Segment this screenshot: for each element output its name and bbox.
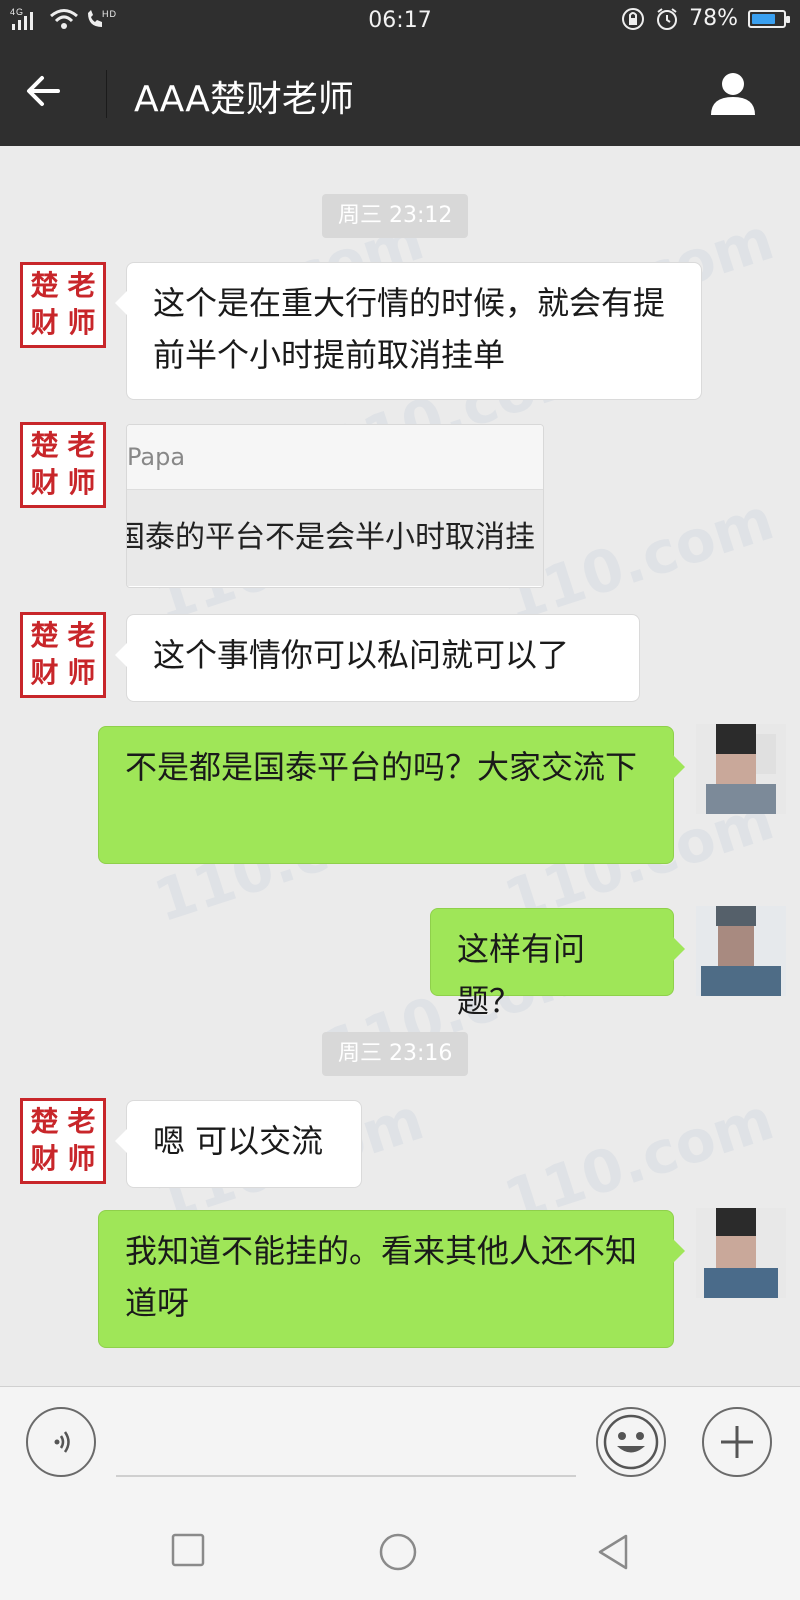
battery-fill (752, 13, 776, 24)
plus-button[interactable] (702, 1407, 772, 1477)
alarm-icon (657, 7, 678, 30)
teacher-avatar[interactable]: 楚老 财师 (20, 262, 106, 348)
timestamp: 周三 23:12 (322, 194, 469, 238)
seal-logo: 楚老 财师 (30, 619, 96, 689)
message-bubble[interactable]: 我知道不能挂的。看来其他人还不知道呀 (98, 1210, 685, 1348)
teacher-avatar[interactable]: 楚老 财师 (20, 1098, 106, 1184)
message-bubble[interactable]: 这样有问题？ (430, 908, 685, 1020)
user-avatar[interactable] (696, 1208, 786, 1298)
teacher-avatar[interactable]: 楚老 财师 (20, 422, 106, 508)
voice-button[interactable] (26, 1407, 96, 1477)
home-button[interactable] (378, 1532, 418, 1572)
emoji-button[interactable] (596, 1407, 666, 1477)
message-bubble[interactable]: 嗯 可以交流 (115, 1100, 362, 1188)
user-avatar[interactable] (696, 906, 786, 996)
emoji-icon (603, 1414, 659, 1470)
navigation-bar (0, 1498, 800, 1600)
arrow-left-icon (27, 76, 60, 106)
timestamp: 周三 23:16 (322, 1032, 469, 1076)
square-icon (171, 1533, 205, 1567)
voice-icon (54, 1431, 70, 1453)
status-bar: 4G HD 06:17 78% (0, 0, 800, 40)
chat-info-button[interactable] (708, 68, 760, 118)
seal-logo: 楚老 财师 (30, 429, 96, 499)
quoted-name: Papa (127, 425, 543, 490)
pixelated-avatar (696, 1208, 786, 1298)
person-icon (711, 73, 755, 115)
chat-header: AAA楚财老师 (0, 40, 800, 146)
pixelated-avatar (696, 724, 786, 814)
battery-icon (748, 9, 790, 28)
image-message[interactable]: Papa 国泰的平台不是会半小时取消挂 (126, 424, 544, 588)
system-back-button[interactable] (594, 1532, 634, 1572)
quoted-text: 国泰的平台不是会半小时取消挂 (127, 490, 543, 586)
message-bubble[interactable]: 不是都是国泰平台的吗？大家交流下 (98, 726, 685, 864)
message-input[interactable] (116, 1475, 576, 1477)
recent-apps-button[interactable] (170, 1532, 210, 1572)
input-bar (0, 1386, 800, 1499)
seal-logo: 楚老 财师 (30, 269, 96, 339)
message-bubble[interactable]: 这个事情你可以私问就可以了 (115, 614, 640, 702)
chat-messages[interactable]: 110.com 110.com 110.com 110.com 110.com … (0, 146, 800, 1386)
triangle-back-icon (598, 1534, 628, 1570)
battery-percent: 78% (689, 6, 738, 31)
header-divider (106, 70, 107, 118)
circle-icon (379, 1533, 417, 1571)
user-avatar[interactable] (696, 724, 786, 814)
status-right: 78% (621, 6, 790, 31)
message-bubble[interactable]: 这个是在重大行情的时候，就会有提前半个小时提前取消挂单 (115, 262, 702, 400)
teacher-avatar[interactable]: 楚老 财师 (20, 612, 106, 698)
back-button[interactable] (22, 70, 82, 116)
rotation-lock-icon (622, 7, 645, 30)
seal-logo: 楚老 财师 (30, 1105, 96, 1175)
chat-title: AAA楚财老师 (134, 79, 354, 120)
pixelated-avatar (696, 906, 786, 996)
plus-icon (721, 1426, 753, 1458)
